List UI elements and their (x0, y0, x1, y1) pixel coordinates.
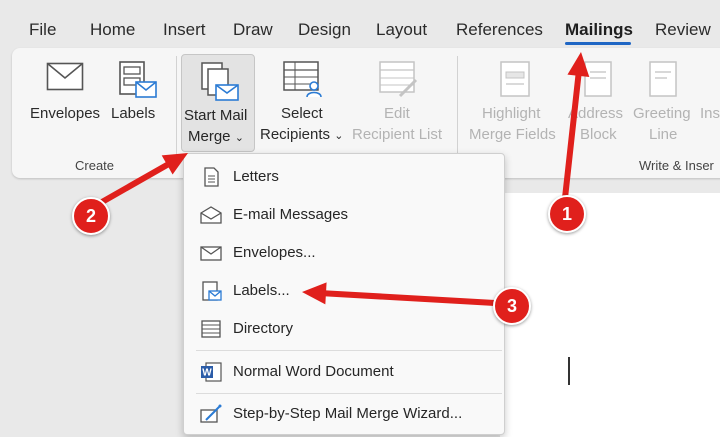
greeting-label-line2: Line (649, 126, 678, 143)
menu-item-label: Directory (233, 320, 294, 337)
menu-divider (196, 393, 502, 394)
document-icon (204, 167, 219, 187)
tab-layout[interactable]: Layout (376, 20, 427, 40)
svg-text:W: W (202, 368, 212, 379)
tab-mailings[interactable]: Mailings (565, 20, 633, 40)
envelope-icon (46, 62, 84, 91)
edit-list-icon (379, 61, 418, 98)
annotation-badge-2: 2 (72, 197, 110, 235)
start-mail-merge-label-line2: Merge (188, 128, 231, 145)
group-label-write-insert: Write & Inser (639, 158, 714, 173)
select-recipients-button[interactable]: Select Recipients ⌄ (258, 58, 348, 148)
start-mail-merge-icon (201, 62, 239, 101)
address-block-icon (584, 61, 612, 97)
active-tab-indicator (565, 42, 631, 45)
tab-insert[interactable]: Insert (163, 20, 206, 40)
envelope-icon (200, 246, 222, 261)
annotation-badge-3: 3 (493, 287, 531, 325)
open-envelope-icon (200, 206, 222, 224)
ribbon-tab-bar: File Home Insert Draw Design Layout Refe… (0, 0, 720, 50)
insert-label-partial: Ins (700, 105, 720, 122)
highlight-label-line2: Merge Fields (469, 126, 556, 143)
highlight-label-line1: Highlight (482, 105, 541, 122)
insert-merge-field-button[interactable]: Ins (698, 58, 720, 148)
tab-review[interactable]: Review (655, 20, 711, 40)
chevron-down-icon: ⌄ (334, 130, 344, 142)
tab-home[interactable]: Home (90, 20, 135, 40)
envelopes-button[interactable]: Envelopes (28, 60, 100, 150)
menu-item-email-messages[interactable]: E-mail Messages (184, 197, 504, 233)
greeting-label-line1: Greeting (633, 105, 691, 122)
group-label-create: Create (75, 158, 115, 173)
annotation-badge-1: 1 (548, 195, 586, 233)
edit-recipient-label-line2: Recipient List (352, 126, 443, 143)
menu-item-label: Labels... (233, 282, 290, 299)
labels-icon (202, 281, 222, 301)
labels-icon (119, 61, 157, 98)
menu-item-mail-merge-wizard[interactable]: Step-by-Step Mail Merge Wizard... (184, 396, 504, 432)
highlight-merge-fields-button[interactable]: Highlight Merge Fields (467, 58, 567, 148)
menu-divider (196, 350, 502, 351)
address-block-button[interactable]: Address Block (566, 58, 630, 148)
menu-item-label: Normal Word Document (233, 363, 394, 380)
address-label-line1: Address (568, 105, 624, 122)
menu-item-normal-word-document[interactable]: W Normal Word Document (184, 354, 504, 390)
menu-item-directory[interactable]: Directory (184, 311, 504, 347)
labels-button[interactable]: Labels (108, 58, 162, 148)
start-mail-merge-menu: Letters E-mail Messages Envelopes... Lab… (183, 153, 505, 435)
wizard-icon (200, 404, 222, 423)
start-mail-merge-label-line1: Start Mail (184, 107, 248, 124)
highlight-fields-icon (500, 61, 530, 97)
labels-label: Labels (111, 105, 156, 122)
tab-file[interactable]: File (29, 20, 56, 40)
ribbon-separator (457, 56, 458, 166)
tab-design[interactable]: Design (298, 20, 351, 40)
menu-item-envelopes[interactable]: Envelopes... (184, 235, 504, 271)
menu-item-label: Step-by-Step Mail Merge Wizard... (233, 405, 463, 422)
select-recipients-label-line2: Recipients (260, 126, 331, 143)
menu-item-label: Envelopes... (233, 244, 316, 261)
ribbon-separator (176, 56, 177, 166)
chevron-down-icon: ⌄ (234, 132, 244, 144)
select-recipients-label-line1: Select (281, 105, 323, 122)
greeting-line-icon (649, 61, 677, 97)
directory-icon (201, 320, 221, 338)
menu-item-label: E-mail Messages (233, 206, 349, 223)
start-mail-merge-button[interactable]: Start Mail Merge ⌄ (181, 54, 255, 152)
menu-item-labels[interactable]: Labels... (184, 273, 504, 309)
edit-recipient-list-button[interactable]: Edit Recipient List (350, 58, 450, 148)
word-document-icon: W (201, 362, 222, 382)
address-label-line2: Block (580, 126, 617, 143)
tab-references[interactable]: References (456, 20, 543, 40)
document-page[interactable] (500, 193, 720, 437)
select-recipients-icon (283, 61, 322, 98)
greeting-line-button[interactable]: Greeting Line (631, 58, 697, 148)
tab-draw[interactable]: Draw (233, 20, 273, 40)
edit-recipient-label-line1: Edit (384, 105, 410, 122)
text-cursor (568, 357, 570, 385)
menu-item-letters[interactable]: Letters (184, 159, 504, 195)
menu-item-label: Letters (233, 168, 279, 185)
envelopes-label: Envelopes (30, 105, 101, 122)
